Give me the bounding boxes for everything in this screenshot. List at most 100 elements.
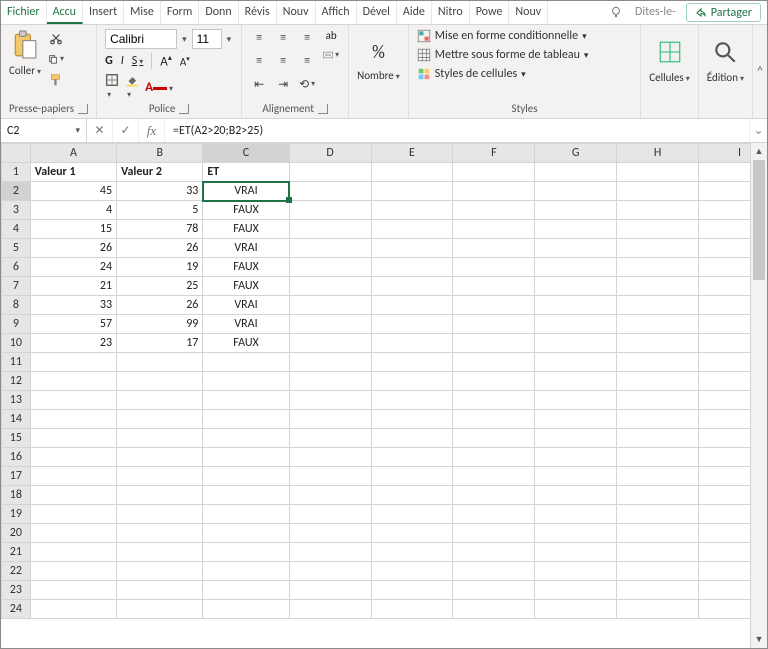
- tab-affich-6[interactable]: Affich: [316, 1, 357, 24]
- cell-G14[interactable]: [535, 410, 617, 429]
- editing-label[interactable]: Édition: [707, 71, 744, 84]
- cell-F3[interactable]: [453, 201, 535, 220]
- cell-F13[interactable]: [453, 391, 535, 410]
- italic-button[interactable]: I: [121, 54, 124, 68]
- cell-A4[interactable]: 15: [30, 220, 116, 239]
- row-header-11[interactable]: 11: [2, 353, 31, 372]
- cell-A21[interactable]: [30, 543, 116, 562]
- borders-button[interactable]: [105, 73, 119, 101]
- cell-I8[interactable]: [699, 296, 750, 315]
- orientation-icon[interactable]: ⟲: [298, 75, 316, 93]
- cell-I20[interactable]: [699, 524, 750, 543]
- cell-D8[interactable]: [289, 296, 371, 315]
- cell-A2[interactable]: 45: [30, 182, 116, 201]
- font-size-arrow[interactable]: ▾: [225, 34, 234, 45]
- cell-B17[interactable]: [117, 467, 203, 486]
- tell-me-input[interactable]: Dites-le-: [629, 1, 686, 24]
- cell-H18[interactable]: [617, 486, 699, 505]
- cell-B8[interactable]: 26: [117, 296, 203, 315]
- cell-A8[interactable]: 33: [30, 296, 116, 315]
- wrap-text-button[interactable]: ab: [326, 29, 337, 42]
- row-header-10[interactable]: 10: [2, 334, 31, 353]
- cell-H14[interactable]: [617, 410, 699, 429]
- cell-F9[interactable]: [453, 315, 535, 334]
- cell-B15[interactable]: [117, 429, 203, 448]
- row-header-16[interactable]: 16: [2, 448, 31, 467]
- cell-F5[interactable]: [453, 239, 535, 258]
- cell-I13[interactable]: [699, 391, 750, 410]
- cell-C12[interactable]: [203, 372, 289, 391]
- cell-D19[interactable]: [289, 505, 371, 524]
- cell-H6[interactable]: [617, 258, 699, 277]
- indent-increase-icon[interactable]: ⇥: [274, 75, 292, 93]
- cell-E15[interactable]: [371, 429, 453, 448]
- cell-I5[interactable]: [699, 239, 750, 258]
- align-top-icon[interactable]: ≡: [250, 29, 268, 47]
- cell-G11[interactable]: [535, 353, 617, 372]
- cell-E23[interactable]: [371, 581, 453, 600]
- cell-A3[interactable]: 4: [30, 201, 116, 220]
- cells-icon[interactable]: [657, 39, 683, 65]
- cell-A18[interactable]: [30, 486, 116, 505]
- cell-C24[interactable]: [203, 600, 289, 619]
- cell-B14[interactable]: [117, 410, 203, 429]
- cell-H5[interactable]: [617, 239, 699, 258]
- row-header-7[interactable]: 7: [2, 277, 31, 296]
- cell-F1[interactable]: [453, 163, 535, 182]
- cell-A7[interactable]: 21: [30, 277, 116, 296]
- cell-E13[interactable]: [371, 391, 453, 410]
- cell-I19[interactable]: [699, 505, 750, 524]
- cell-C13[interactable]: [203, 391, 289, 410]
- cell-C19[interactable]: [203, 505, 289, 524]
- cell-G1[interactable]: [535, 163, 617, 182]
- cell-E4[interactable]: [371, 220, 453, 239]
- cell-E22[interactable]: [371, 562, 453, 581]
- row-header-24[interactable]: 24: [2, 600, 31, 619]
- vertical-scrollbar[interactable]: ▲ ▼: [750, 143, 767, 648]
- cell-B3[interactable]: 5: [117, 201, 203, 220]
- copy-icon[interactable]: [47, 50, 65, 68]
- cell-H3[interactable]: [617, 201, 699, 220]
- cell-B18[interactable]: [117, 486, 203, 505]
- cell-F8[interactable]: [453, 296, 535, 315]
- cell-C23[interactable]: [203, 581, 289, 600]
- cell-H1[interactable]: [617, 163, 699, 182]
- cell-D21[interactable]: [289, 543, 371, 562]
- cell-D5[interactable]: [289, 239, 371, 258]
- row-header-3[interactable]: 3: [2, 201, 31, 220]
- cell-A9[interactable]: 57: [30, 315, 116, 334]
- cell-G24[interactable]: [535, 600, 617, 619]
- cell-C22[interactable]: [203, 562, 289, 581]
- cell-B11[interactable]: [117, 353, 203, 372]
- cell-D13[interactable]: [289, 391, 371, 410]
- cell-A6[interactable]: 24: [30, 258, 116, 277]
- tab-nouv-5[interactable]: Nouv: [277, 1, 316, 24]
- cell-G19[interactable]: [535, 505, 617, 524]
- cell-D6[interactable]: [289, 258, 371, 277]
- cell-G20[interactable]: [535, 524, 617, 543]
- cell-C18[interactable]: [203, 486, 289, 505]
- scroll-down-button[interactable]: ▼: [751, 631, 767, 648]
- format-as-table-button[interactable]: Mettre sous forme de tableau▾: [417, 48, 589, 62]
- cell-A12[interactable]: [30, 372, 116, 391]
- row-header-12[interactable]: 12: [2, 372, 31, 391]
- cells-label[interactable]: Cellules: [649, 71, 689, 84]
- row-header-5[interactable]: 5: [2, 239, 31, 258]
- cell-H9[interactable]: [617, 315, 699, 334]
- row-header-18[interactable]: 18: [2, 486, 31, 505]
- paste-icon[interactable]: [12, 29, 38, 61]
- enter-formula-button[interactable]: ✓: [113, 119, 139, 142]
- cell-H24[interactable]: [617, 600, 699, 619]
- cell-H20[interactable]: [617, 524, 699, 543]
- cell-I10[interactable]: [699, 334, 750, 353]
- cell-B21[interactable]: [117, 543, 203, 562]
- cell-A5[interactable]: 26: [30, 239, 116, 258]
- cell-G22[interactable]: [535, 562, 617, 581]
- tab-révis-4[interactable]: Révis: [239, 1, 277, 24]
- cell-F16[interactable]: [453, 448, 535, 467]
- cell-C8[interactable]: VRAI: [203, 296, 289, 315]
- cell-E8[interactable]: [371, 296, 453, 315]
- cell-A19[interactable]: [30, 505, 116, 524]
- cell-A1[interactable]: Valeur 1: [30, 163, 116, 182]
- cell-F12[interactable]: [453, 372, 535, 391]
